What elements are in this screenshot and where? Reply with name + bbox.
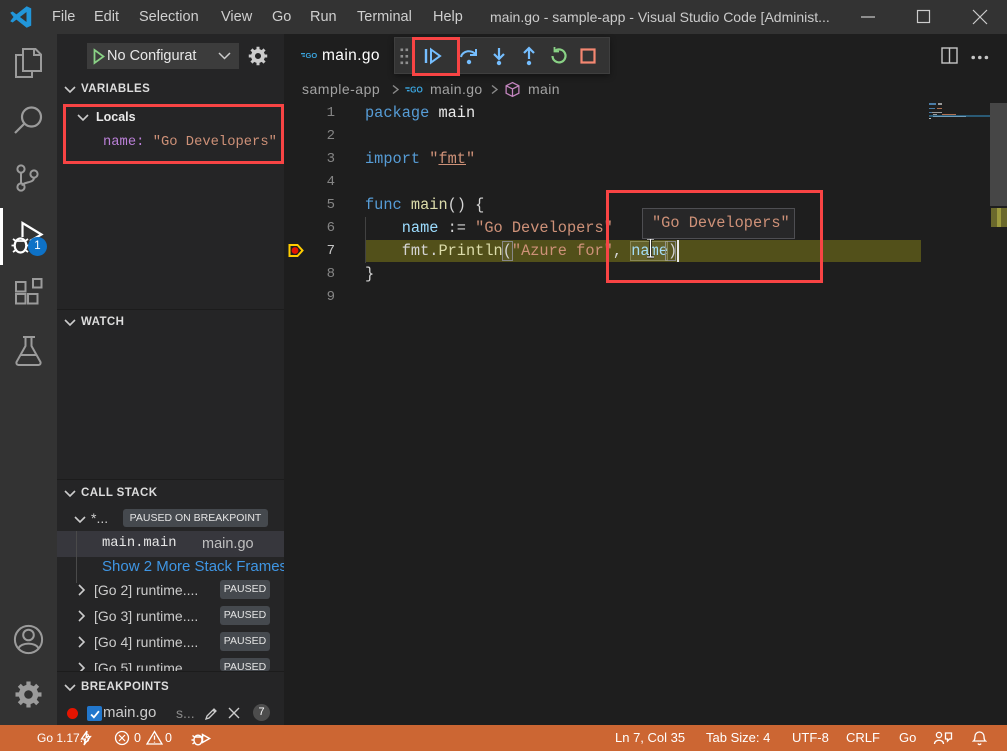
svg-text:GO: GO [306, 51, 318, 60]
svg-text:GO: GO [410, 86, 423, 95]
